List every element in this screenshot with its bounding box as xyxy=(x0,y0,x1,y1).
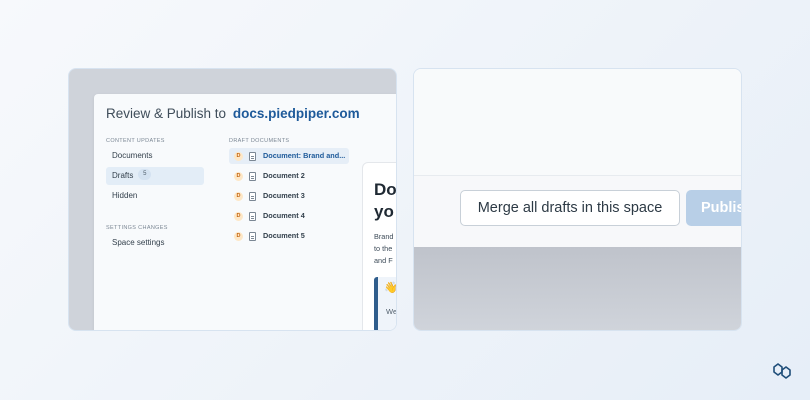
modal-content-area xyxy=(414,69,741,175)
document-icon xyxy=(249,212,256,221)
draft-status-badge: D xyxy=(234,152,243,161)
settings-changes-heading: SETTINGS CHANGES xyxy=(106,225,168,231)
publish-button[interactable]: Publis xyxy=(686,190,741,226)
draft-item[interactable]: D Document 2 xyxy=(229,168,349,184)
nav-item-documents[interactable]: Documents xyxy=(106,147,204,165)
nav-item-label: Documents xyxy=(112,151,153,160)
draft-status-badge: D xyxy=(234,212,243,221)
review-publish-screenshot: Review & Publish to docs.piedpiper.com C… xyxy=(68,68,397,331)
modal-footer: Merge all drafts in this space Publis xyxy=(414,175,741,247)
document-icon xyxy=(249,152,256,161)
dialog-title-domain: docs.piedpiper.com xyxy=(232,106,360,121)
draft-item[interactable]: D Document 4 xyxy=(229,208,349,224)
draft-status-badge: D xyxy=(234,232,243,241)
brand-logo-icon xyxy=(773,363,791,379)
nav-item-drafts[interactable]: Drafts 5 xyxy=(106,167,204,185)
draft-item[interactable]: D Document: Brand and... xyxy=(229,148,349,164)
draft-label: Document 3 xyxy=(263,191,305,200)
dialog-title-prefix: Review & Publish to xyxy=(106,106,227,121)
nav-item-label: Space settings xyxy=(112,238,165,247)
draft-item[interactable]: D Document 3 xyxy=(229,188,349,204)
document-icon xyxy=(249,172,256,181)
merge-actions-screenshot: Merge all drafts in this space Publis xyxy=(413,68,742,331)
overlay-backdrop xyxy=(414,247,741,330)
draft-label: Document 4 xyxy=(263,211,305,220)
draft-label: Document 2 xyxy=(263,171,305,180)
document-preview: Do yo Brand to the and F 👋 We xyxy=(362,162,397,330)
dialog-title: Review & Publish to docs.piedpiper.com xyxy=(106,106,360,121)
drafts-count-badge: 5 xyxy=(138,169,152,181)
document-icon xyxy=(249,232,256,241)
draft-item[interactable]: D Document 5 xyxy=(229,228,349,244)
draft-label: Document 5 xyxy=(263,231,305,240)
nav-item-hidden[interactable]: Hidden xyxy=(106,187,204,205)
nav-item-space-settings[interactable]: Space settings xyxy=(106,234,204,252)
preview-callout: 👋 We xyxy=(374,277,397,330)
draft-documents-heading: DRAFT DOCUMENTS xyxy=(229,138,290,144)
draft-label: Document: Brand and... xyxy=(263,151,346,160)
merge-all-drafts-button[interactable]: Merge all drafts in this space xyxy=(460,190,680,226)
document-icon xyxy=(249,192,256,201)
review-publish-dialog: Review & Publish to docs.piedpiper.com C… xyxy=(94,94,397,330)
preview-heading: Do yo xyxy=(374,180,397,221)
preview-body: Brand to the and F xyxy=(374,232,394,265)
draft-status-badge: D xyxy=(234,192,243,201)
waving-hand-icon: 👋 xyxy=(384,282,397,294)
draft-status-badge: D xyxy=(234,172,243,181)
callout-text: We xyxy=(386,307,397,316)
content-updates-heading: CONTENT UPDATES xyxy=(106,138,165,144)
nav-item-label: Hidden xyxy=(112,191,138,200)
nav-item-label: Drafts xyxy=(112,171,134,180)
